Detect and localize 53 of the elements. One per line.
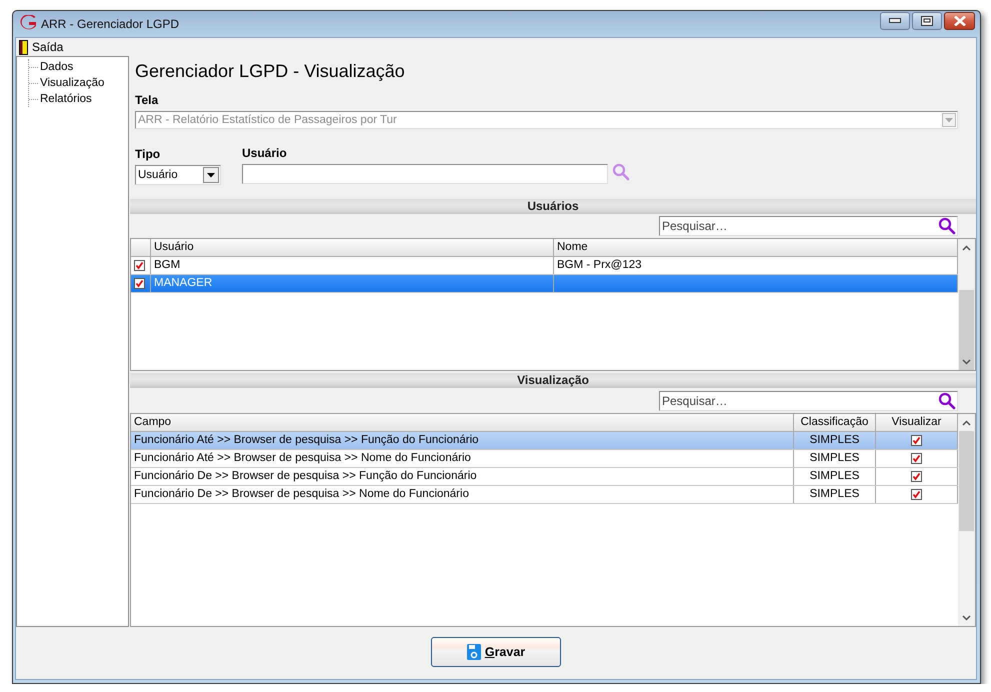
checkbox[interactable] xyxy=(911,471,922,482)
table-cell-text: MANAGER xyxy=(154,276,212,292)
window-title: ARR - Gerenciador LGPD xyxy=(41,17,180,31)
dropdown[interactable]: Usuário xyxy=(135,165,221,185)
table-row[interactable]: Funcionário De >> Browser de pesquisa >> Nome do Funcionário SIMPLES xyxy=(131,486,958,504)
section-header: Usuários xyxy=(130,198,976,214)
maximize-button[interactable] xyxy=(912,12,942,30)
table-cell-text: BGM xyxy=(154,258,180,274)
table-cell-text: Funcionário De >> Browser de pesquisa >> Função do Funcionário xyxy=(134,469,477,484)
search-icon[interactable] xyxy=(938,392,956,410)
field-label: Tipo xyxy=(135,148,160,161)
table-cell-text: SIMPLES xyxy=(810,451,860,466)
close-button[interactable] xyxy=(944,12,975,30)
field-label: Usuário xyxy=(242,147,288,160)
page-heading: Gerenciador LGPD - Visualização xyxy=(135,60,406,83)
table-row[interactable]: Funcionário Até >> Browser de pesquisa >> Nome do Funcionário SIMPLES xyxy=(131,450,958,468)
close-icon xyxy=(954,16,966,26)
table-cell-text: Funcionário De >> Browser de pesquisa >> Nome do Funcionário xyxy=(134,487,469,502)
logo-icon xyxy=(19,14,37,30)
tree-item[interactable]: Relatórios xyxy=(40,93,92,105)
table-row[interactable]: MANAGER xyxy=(131,275,958,294)
table-row[interactable]: Funcionário Até >> Browser de pesquisa >> Função do Funcionário SIMPLES xyxy=(131,432,958,450)
caret-icon xyxy=(945,118,953,122)
tree-item[interactable]: Visualização xyxy=(40,77,104,89)
table-cell-text: SIMPLES xyxy=(810,469,860,484)
door-icon xyxy=(19,40,28,54)
column-header[interactable]: Usuário xyxy=(151,239,554,256)
search-icon[interactable] xyxy=(938,216,956,235)
table-cell-text: BGM - Prx@123 xyxy=(557,258,642,274)
field-label: Tela xyxy=(135,94,158,107)
maximize-icon xyxy=(921,16,933,26)
input-field[interactable] xyxy=(242,164,608,184)
checkbox[interactable] xyxy=(911,453,922,464)
table-cell-text: Funcionário Até >> Browser de pesquisa >> Nome do Funcionário xyxy=(134,451,471,466)
checkbox[interactable] xyxy=(134,278,145,290)
column-header[interactable]: Classificação xyxy=(794,414,876,432)
search-field[interactable]: Pesquisar… xyxy=(659,216,958,236)
minimize-icon xyxy=(889,18,901,24)
table-row[interactable]: Funcionário De >> Browser de pesquisa >> Função do Funcionário SIMPLES xyxy=(131,468,958,486)
save-button[interactable]: Gravar xyxy=(431,636,561,666)
table-cell-text: SIMPLES xyxy=(810,433,860,448)
menu-item[interactable]: Saída xyxy=(17,40,66,54)
checkbox[interactable] xyxy=(134,260,145,272)
checkbox[interactable] xyxy=(911,489,922,500)
tree-item[interactable]: Dados xyxy=(40,61,74,73)
section-header: Visualização xyxy=(130,373,976,388)
caret-icon xyxy=(207,172,215,178)
checkbox[interactable] xyxy=(911,435,922,446)
column-header[interactable]: Campo xyxy=(131,414,794,432)
minimize-button[interactable] xyxy=(880,12,910,30)
search-field[interactable]: Pesquisar… xyxy=(659,390,958,411)
table-cell-text: SIMPLES xyxy=(810,487,860,502)
table-cell-text: Funcionário Até >> Browser de pesquisa >> Função do Funcionário xyxy=(134,433,479,448)
